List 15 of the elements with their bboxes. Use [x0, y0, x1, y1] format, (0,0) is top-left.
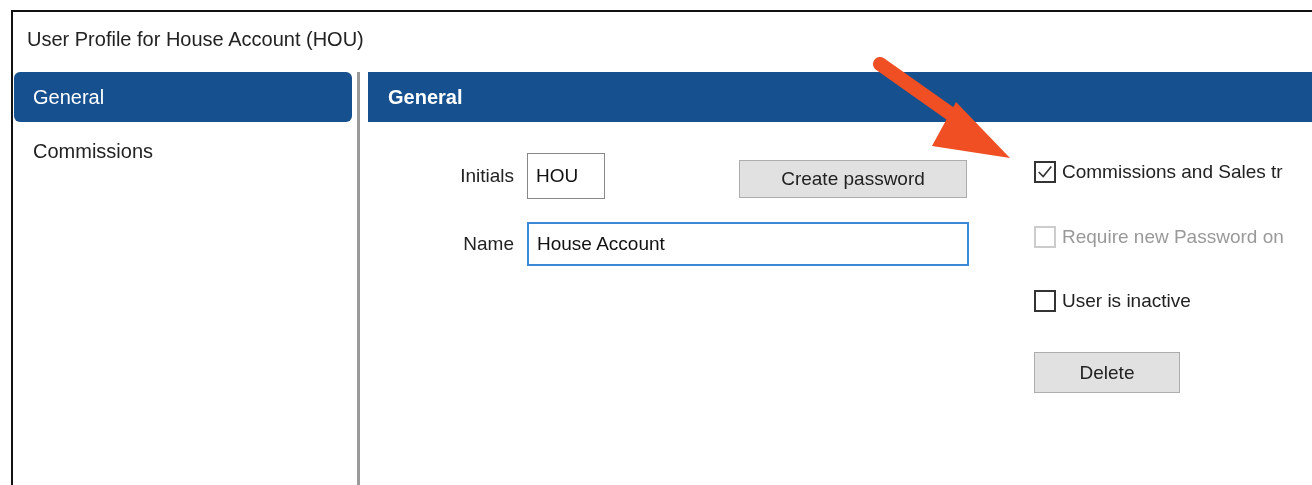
delete-button[interactable]: Delete: [1034, 352, 1180, 393]
checkbox-label: Require new Password on: [1062, 226, 1284, 248]
name-label: Name: [462, 233, 515, 255]
checkbox[interactable]: [1034, 290, 1056, 312]
create-password-button[interactable]: Create password: [739, 160, 967, 198]
window-title: User Profile for House Account (HOU): [26, 27, 365, 52]
panel-header: General: [368, 72, 1312, 122]
initials-label: Initials: [459, 165, 515, 187]
checkbox-label: Commissions and Sales tr: [1062, 161, 1283, 183]
sidebar-item[interactable]: Commissions: [14, 126, 352, 176]
checkbox-label: User is inactive: [1062, 290, 1191, 312]
name-field[interactable]: House Account: [527, 222, 969, 266]
initials-field[interactable]: HOU: [527, 153, 605, 199]
checkbox[interactable]: [1034, 161, 1056, 183]
sidebar-item[interactable]: General: [14, 72, 352, 122]
